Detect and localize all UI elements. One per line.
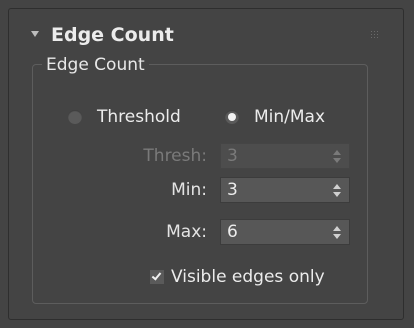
spin-up-icon bbox=[333, 150, 341, 155]
spin-up-icon[interactable] bbox=[333, 226, 341, 231]
minmax-radio-option[interactable]: Min/Max bbox=[225, 106, 325, 128]
spin-down-icon[interactable] bbox=[333, 192, 341, 197]
spinner-arrows-icon bbox=[333, 150, 341, 163]
spin-down-icon[interactable] bbox=[333, 234, 341, 239]
spin-up-icon[interactable] bbox=[333, 184, 341, 189]
minmax-radio-label[interactable]: Min/Max bbox=[254, 106, 325, 128]
spinner-arrows-icon[interactable] bbox=[333, 226, 341, 239]
threshold-radio-option[interactable]: Threshold bbox=[68, 106, 181, 128]
max-spinner[interactable]: 6 bbox=[220, 219, 350, 245]
visible-edges-label[interactable]: Visible edges only bbox=[171, 266, 325, 288]
thresh-label: Thresh: bbox=[143, 146, 207, 166]
min-label: Min: bbox=[171, 180, 207, 200]
threshold-radio-icon[interactable] bbox=[68, 110, 82, 124]
min-spinner[interactable]: 3 bbox=[220, 177, 350, 203]
thresh-spinner: 3 bbox=[220, 143, 350, 169]
group-title: Edge Count bbox=[42, 54, 149, 76]
min-value[interactable]: 3 bbox=[227, 179, 238, 201]
spin-down-icon bbox=[333, 158, 341, 163]
minmax-radio-icon[interactable] bbox=[225, 110, 239, 124]
chevron-down-icon[interactable] bbox=[31, 31, 39, 37]
checkmark-icon bbox=[151, 270, 162, 281]
max-value[interactable]: 6 bbox=[227, 221, 238, 243]
visible-edges-only-option[interactable]: Visible edges only bbox=[150, 266, 325, 288]
max-label: Max: bbox=[166, 222, 207, 242]
rollout-title: Edge Count bbox=[51, 24, 174, 46]
visible-edges-checkbox[interactable] bbox=[150, 270, 164, 284]
grip-icon[interactable] bbox=[371, 31, 380, 40]
threshold-radio-label[interactable]: Threshold bbox=[97, 106, 181, 128]
thresh-value: 3 bbox=[227, 146, 238, 166]
spinner-arrows-icon[interactable] bbox=[333, 184, 341, 197]
